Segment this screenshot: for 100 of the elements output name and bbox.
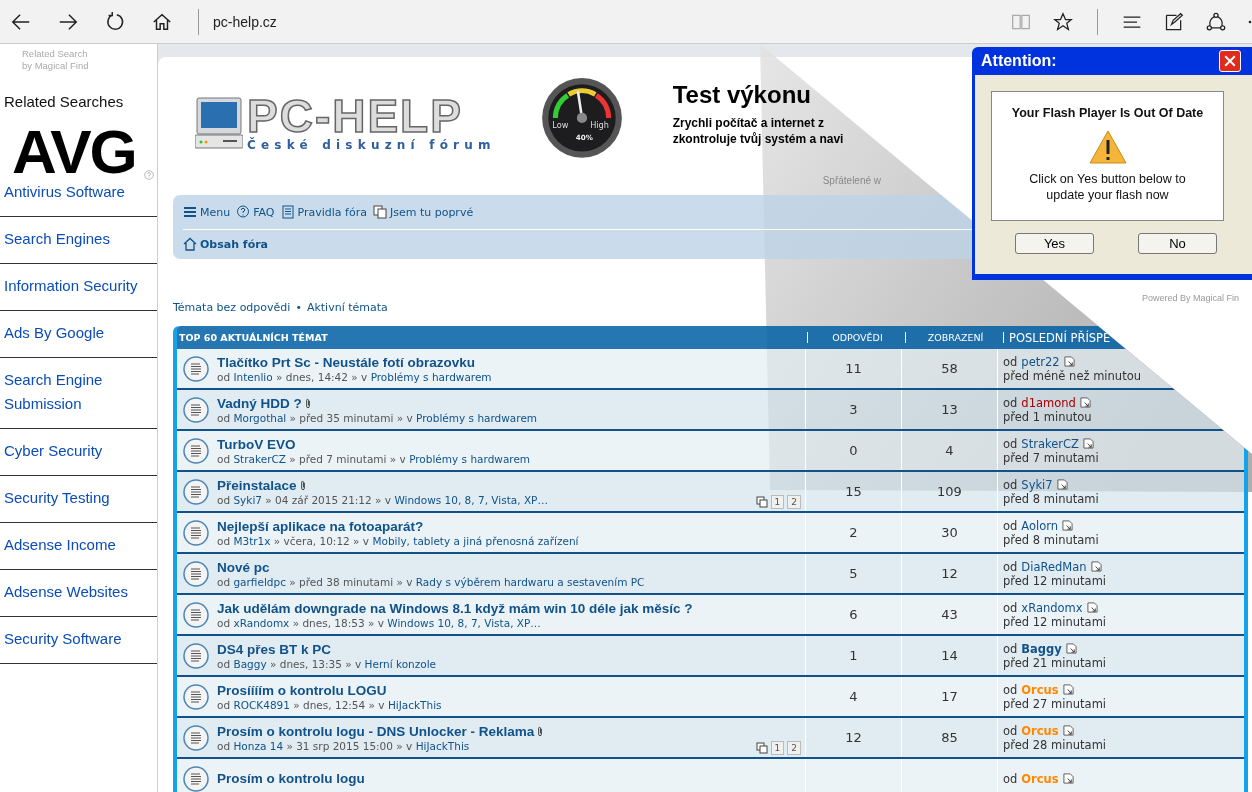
topic-title-link[interactable]: Vadný HDD ?	[217, 395, 302, 411]
topic-meta: od Syki7 » 04 zář 2015 21:12 » v Windows 10, 8, 7, Vista, XP…	[217, 493, 548, 506]
sidebar-link[interactable]: Antivirus Software	[0, 180, 157, 217]
sidebar-link[interactable]: Security Testing	[0, 476, 157, 523]
goto-post-icon[interactable]	[1079, 397, 1091, 408]
unanswered-topics-link[interactable]: Témata bez odpovědi	[173, 301, 291, 314]
goto-post-icon[interactable]	[1082, 438, 1094, 449]
username-link[interactable]: Baggy	[1021, 641, 1062, 656]
by-label: od	[1003, 559, 1018, 574]
post-time: před 8 minutami	[1003, 491, 1100, 506]
by-label: od	[1003, 771, 1018, 786]
username-link[interactable]: petr22	[1021, 354, 1060, 369]
topic-title-link[interactable]: Jak udělám downgrade na Windows 8.1 když mám win 10 déle jak měsíc ?	[217, 600, 693, 616]
topic-title-link[interactable]: DS4 přes BT k PC	[217, 641, 332, 657]
topic-title-link[interactable]: Prosím o kontrolu logu - DNS Unlocker - Reklama	[217, 723, 535, 739]
forum-link[interactable]: Herní konzole	[364, 657, 437, 670]
post-time: před 28 minutami	[1003, 737, 1108, 752]
sidebar-link[interactable]: Ads By Google	[0, 311, 157, 358]
username-link[interactable]: StrakerCZ	[1021, 436, 1079, 451]
page-link[interactable]: 2	[787, 741, 801, 755]
dialog-button[interactable]: Yes	[1015, 233, 1094, 254]
forum-link[interactable]: Windows 10, 8, 7, Vista, XP…	[394, 493, 548, 506]
topic-meta: od StrakerCZ » před 7 minutami » v Problémy s hardwarem	[217, 452, 531, 465]
topic-meta: od Honza 14 » 31 srp 2015 15:00 » v HiJackThis	[217, 739, 471, 752]
author-link[interactable]: ROCK4891	[233, 698, 290, 711]
powered-by-text: Powered By Magical Fin	[1142, 293, 1240, 303]
goto-post-icon[interactable]	[1062, 773, 1074, 784]
dialog-button[interactable]: No	[1138, 233, 1217, 254]
author-link[interactable]: Baggy	[233, 657, 267, 670]
pages-icon	[755, 742, 768, 754]
username-link[interactable]: DiaRedMan	[1021, 559, 1087, 574]
forum-link[interactable]: Rady s výběrem hardwaru a sestavením PC	[415, 575, 645, 588]
forum-link[interactable]: Problémy s hardwarem	[370, 370, 492, 383]
ad-text: zkontroluje tvůj systém a navi	[672, 131, 845, 147]
nav-link[interactable]: Jsem tu poprvé	[372, 205, 474, 219]
author-link[interactable]: Honza 14	[233, 739, 284, 752]
topic-title-link[interactable]: Prosíííím o kontrolu LOGU	[217, 682, 387, 698]
sidebar-link[interactable]: Security Software	[0, 617, 157, 664]
topic-title-link[interactable]: TurboV EVO	[217, 436, 296, 452]
sidebar-link[interactable]: Information Security	[0, 264, 157, 311]
goto-post-icon[interactable]	[1062, 684, 1074, 695]
username-link[interactable]: d1amond	[1021, 395, 1076, 410]
author-link[interactable]: garfieldpc	[233, 575, 286, 588]
topic-icon	[183, 724, 209, 751]
page-link[interactable]: 1	[770, 495, 785, 509]
site-tagline: České diskuzní fórum	[247, 138, 496, 152]
goto-post-icon[interactable]	[1063, 356, 1075, 367]
nav-link[interactable]: Pravidla fóra	[280, 205, 367, 219]
goto-post-icon[interactable]	[1086, 602, 1098, 613]
ad-title: Test výkonu	[672, 81, 812, 109]
author-link[interactable]: StrakerCZ	[233, 452, 286, 465]
breadcrumb-link[interactable]: Obsah fóra	[183, 237, 269, 251]
topic-title-link[interactable]: Nové pc	[217, 559, 270, 575]
partner-label: Spřátelené w	[822, 175, 882, 186]
nav-link[interactable]: Menu	[183, 205, 231, 219]
topic-title-link[interactable]: Přeinstalace	[217, 477, 297, 493]
topic-icon	[183, 560, 209, 587]
warning-icon	[1087, 129, 1128, 165]
goto-post-icon[interactable]	[1056, 479, 1068, 490]
forum-link[interactable]: Mobily, tablety a jiná přenosná zařízení	[372, 534, 579, 547]
username-link[interactable]: Aolorn	[1021, 518, 1059, 533]
forum-link[interactable]: Problémy s hardwarem	[409, 452, 531, 465]
topic-icon	[183, 765, 209, 792]
sidebar-link[interactable]: Cyber Security	[0, 429, 157, 476]
sidebar-link[interactable]: Adsense Income	[0, 523, 157, 570]
active-topics-link[interactable]: Aktivní témata	[306, 301, 388, 314]
forum-link[interactable]: HiJackThis	[415, 739, 470, 752]
sidebar-link[interactable]: Search Engines	[0, 217, 157, 264]
forum-link[interactable]: Windows 10, 8, 7, Vista, XP…	[387, 616, 541, 629]
by-label: od	[1003, 641, 1018, 656]
sidebar-link[interactable]: Search Engine Submission	[0, 358, 157, 429]
author-link[interactable]: xRandomx	[233, 616, 290, 629]
address-field[interactable]: pc-help.cz	[213, 13, 277, 30]
author-link[interactable]: Syki7	[233, 493, 262, 506]
goto-post-icon[interactable]	[1062, 520, 1074, 531]
page-link[interactable]: 2	[787, 495, 801, 509]
by-label: od	[1003, 354, 1018, 369]
author-link[interactable]: Intenlio	[233, 370, 273, 383]
username-link[interactable]: xRandomx	[1021, 600, 1083, 615]
goto-post-icon[interactable]	[1065, 643, 1077, 654]
by-label: od	[1003, 600, 1018, 615]
goto-post-icon[interactable]	[1090, 561, 1102, 572]
forum-link[interactable]: Problémy s hardwarem	[416, 411, 538, 424]
nav-link[interactable]: FAQ	[236, 205, 275, 219]
topic-meta: od ROCK4891 » dnes, 12:54 » v HiJackThis	[217, 698, 442, 711]
close-button[interactable]	[1219, 50, 1241, 72]
topic-title-link[interactable]: Tlačítko Prt Sc - Neustále fotí obrazovku	[217, 354, 476, 370]
topic-title-link[interactable]: Nejlepší aplikace na fotoaparát?	[217, 518, 424, 534]
separator-text: •	[295, 301, 302, 314]
topic-title-link[interactable]: Prosím o kontrolu logu	[217, 771, 365, 786]
sidebar-link[interactable]: Adsense Websites	[0, 570, 157, 617]
author-link[interactable]: M3tr1x	[233, 534, 271, 547]
goto-post-icon[interactable]	[1062, 725, 1074, 736]
site-logo: PC-HELP	[247, 94, 463, 138]
topic-icon	[183, 601, 209, 628]
page-link[interactable]: 1	[770, 741, 785, 755]
username-link[interactable]: Syki7	[1021, 477, 1053, 492]
forum-link[interactable]: HiJackThis	[387, 698, 442, 711]
author-link[interactable]: Morgothal	[233, 411, 287, 424]
question-bubble-icon	[236, 205, 251, 219]
